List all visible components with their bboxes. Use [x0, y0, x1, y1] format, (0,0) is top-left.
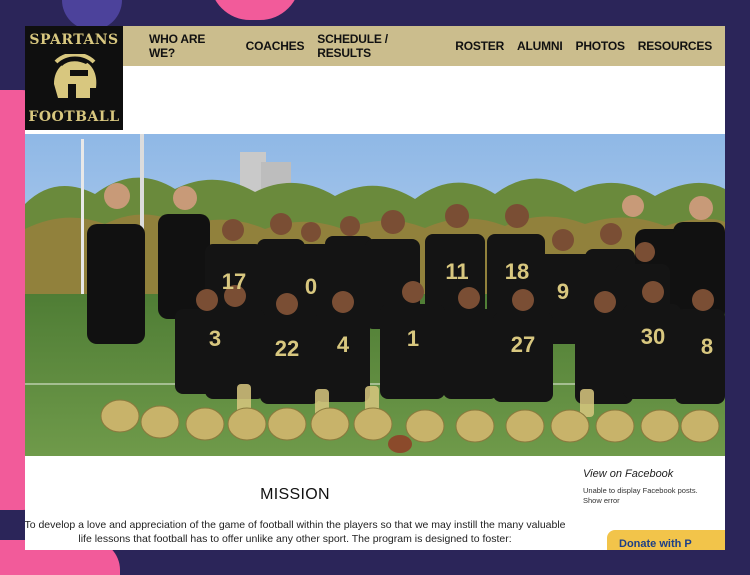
jersey-number: 18 [505, 259, 529, 284]
logo-text-top: SPARTANS [29, 32, 119, 48]
donate-button[interactable]: Donate with P [607, 530, 725, 550]
team-photo: 17 0 11 18 9 3 22 4 1 27 30 8 [25, 134, 725, 456]
jersey-number: 4 [337, 332, 350, 357]
nav-item-coaches[interactable]: COACHES [246, 39, 305, 53]
mission-text: To develop a love and appreciation of th… [25, 519, 566, 545]
spartan-helmet-icon [54, 53, 97, 98]
jersey-number: 17 [222, 269, 246, 294]
nav-item-who-are-we[interactable]: WHO ARE WE? [149, 32, 233, 60]
mission-heading: MISSION [260, 486, 330, 503]
jersey-number: 27 [511, 332, 535, 357]
website-screenshot: SPARTANS FOOTBALL WHO ARE WE? COACHES SC… [25, 26, 725, 550]
mission-section: MISSION To develop a love and appreciati… [25, 456, 575, 550]
jersey-number: 22 [275, 336, 299, 361]
facebook-widget: View on Facebook Unable to display Faceb… [583, 468, 723, 506]
facebook-link[interactable]: View on Facebook [583, 468, 723, 480]
show-error-link[interactable]: Show error [583, 496, 723, 506]
nav-item-schedule-results[interactable]: SCHEDULE / RESULTS [317, 32, 442, 60]
jersey-number: 1 [407, 326, 419, 351]
nav-item-photos[interactable]: PHOTOS [576, 39, 625, 53]
main-navigation: WHO ARE WE? COACHES SCHEDULE / RESULTS R… [25, 26, 725, 66]
jersey-number: 11 [445, 259, 468, 284]
decorative-pink-shape [210, 0, 300, 20]
nav-item-alumni[interactable]: ALUMNI [517, 39, 563, 53]
site-logo[interactable]: SPARTANS FOOTBALL [25, 26, 123, 130]
nav-item-roster[interactable]: ROSTER [455, 39, 504, 53]
jersey-number: 0 [305, 274, 317, 299]
nav-item-resources[interactable]: RESOURCES [638, 39, 712, 53]
jersey-number: 3 [209, 326, 221, 351]
facebook-error-message: Unable to display Facebook posts. [583, 486, 698, 495]
jersey-number: 9 [557, 279, 569, 304]
logo-text-bottom: FOOTBALL [28, 109, 120, 125]
jersey-number: 30 [641, 324, 665, 349]
jersey-number: 8 [701, 334, 713, 359]
